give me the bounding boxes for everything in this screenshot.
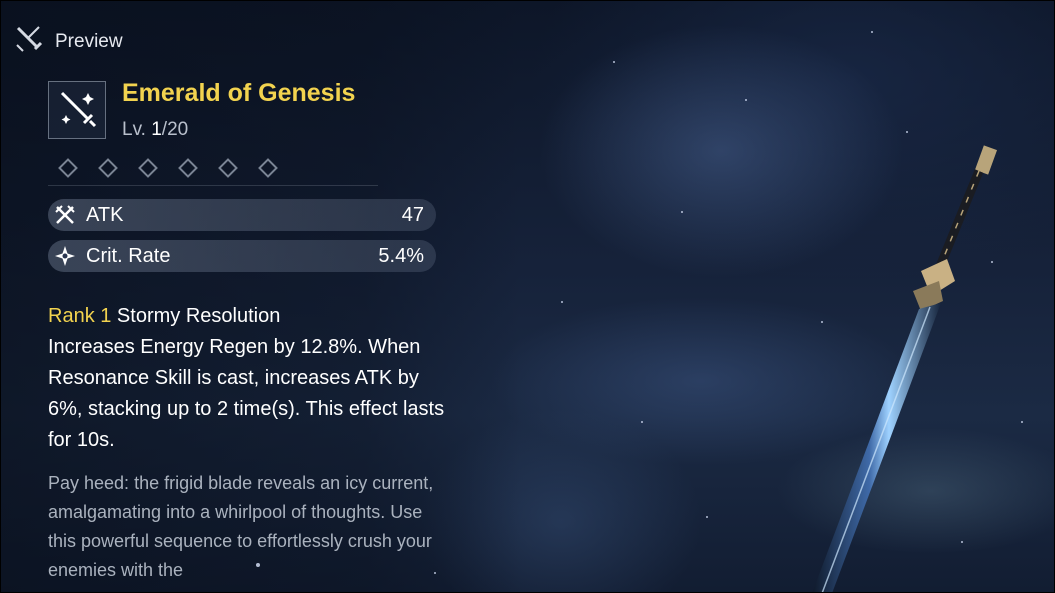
rank-slot-icon xyxy=(178,158,198,178)
crit-rate-icon xyxy=(52,243,78,269)
rank-slots xyxy=(58,158,278,178)
crossed-swords-icon xyxy=(13,23,45,60)
rank-slot-icon xyxy=(258,158,278,178)
sword-icon xyxy=(54,85,100,136)
weapon-name: Emerald of Genesis xyxy=(122,79,356,107)
weapon-thumbnail xyxy=(48,81,106,139)
effect-rank: Rank 1 xyxy=(48,305,112,327)
rank-slot-icon xyxy=(58,158,78,178)
preview-label: Preview xyxy=(55,30,123,52)
effect-title: Stormy Resolution xyxy=(111,305,281,327)
atk-icon xyxy=(52,202,78,228)
stat-row-atk: ATK 47 xyxy=(48,199,436,231)
weapon-effect: Rank 1 Stormy Resolution Increases Energ… xyxy=(48,301,448,456)
stat-value: 47 xyxy=(401,203,424,226)
preview-header: Preview xyxy=(13,23,123,60)
rank-slot-icon xyxy=(218,158,238,178)
level-prefix: Lv. xyxy=(122,119,152,140)
weapon-lore: Pay heed: the frigid blade reveals an ic… xyxy=(48,473,434,580)
level-max: /20 xyxy=(161,119,189,140)
rank-slot-icon xyxy=(138,158,158,178)
weapon-level: Lv. 1/20 xyxy=(122,119,188,141)
divider xyxy=(48,185,378,186)
stat-row-crit-rate: Crit. Rate 5.4% xyxy=(48,240,436,272)
weapon-artwork xyxy=(771,141,1031,592)
stat-label: ATK xyxy=(86,203,124,226)
level-current: 1 xyxy=(151,119,162,140)
weapon-preview-screen: Preview Emerald of Genesis Lv. 1/20 ATK … xyxy=(0,0,1055,593)
stat-value: 5.4% xyxy=(378,244,424,267)
effect-description: Increases Energy Regen by 12.8%. When Re… xyxy=(48,336,445,451)
rank-slot-icon xyxy=(98,158,118,178)
stat-label: Crit. Rate xyxy=(86,244,171,267)
